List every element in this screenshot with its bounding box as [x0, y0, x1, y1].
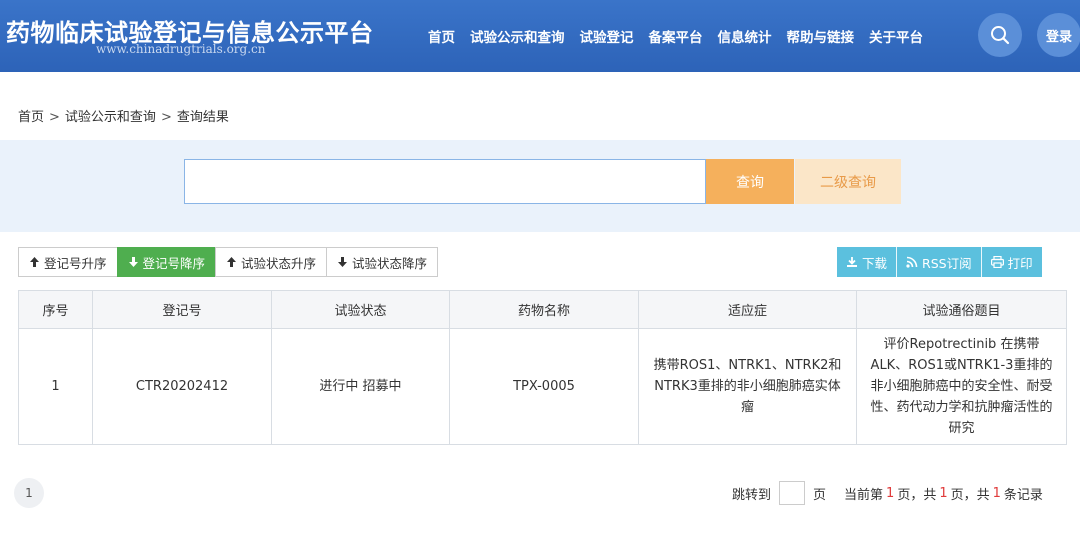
column-header-index: 序号 — [18, 290, 93, 329]
column-header-trial-title: 试验通俗题目 — [856, 290, 1067, 329]
cell-registration-no[interactable]: CTR20202412 — [92, 328, 272, 445]
sort-button-group: 登记号升序 登记号降序 试验状态升序 试验状态降序 — [18, 247, 439, 277]
rss-label: RSS订阅 — [922, 255, 972, 271]
print-button[interactable]: 打印 — [981, 247, 1042, 277]
column-header-drug-name: 药物名称 — [449, 290, 639, 329]
breadcrumb-trial-search[interactable]: 试验公示和查询 — [65, 110, 156, 125]
cell-index: 1 — [18, 328, 93, 445]
print-label: 打印 — [1007, 255, 1033, 271]
site-header: 药物临床试验登记与信息公示平台 www.chinadrugtrials.org.… — [0, 0, 1080, 72]
jump-page-input[interactable] — [779, 481, 806, 505]
breadcrumb: 首页 > 试验公示和查询 > 查询结果 — [18, 106, 229, 125]
download-icon — [847, 257, 857, 267]
total-pages-value: 1 — [939, 485, 948, 501]
total-records-suffix: 条记录 — [1003, 487, 1043, 503]
arrow-up-icon — [227, 257, 237, 267]
results-panel: 登记号升序 登记号降序 试验状态升序 试验状态降序 下载 RSS订阅 打印 序号… — [0, 232, 1080, 537]
arrow-up-icon — [30, 257, 39, 267]
login-button[interactable]: 登录 — [1037, 13, 1080, 57]
nav-item-trial-search[interactable]: 试验公示和查询 — [470, 26, 565, 46]
tool-button-group: 下载 RSS订阅 打印 — [837, 247, 1042, 277]
sort-label: 试验状态降序 — [352, 255, 428, 271]
sort-label: 试验状态升序 — [241, 255, 317, 271]
rss-button[interactable]: RSS订阅 — [897, 247, 982, 277]
table-row[interactable]: 1 CTR20202412 进行中 招募中 TPX-0005 携带ROS1、NT… — [18, 328, 1067, 445]
cell-drug-name: TPX-0005 — [449, 328, 639, 445]
total-pages-prefix: 页，共 — [897, 487, 937, 503]
column-header-trial-status: 试验状态 — [271, 290, 450, 329]
query-button[interactable]: 查询 — [706, 159, 794, 204]
sort-label: 登记号降序 — [142, 255, 206, 271]
search-icon — [991, 26, 1010, 45]
arrow-down-icon — [338, 257, 348, 267]
download-label: 下载 — [862, 255, 888, 271]
cell-indication: 携带ROS1、NTRK1、NTRK2和NTRK3重排的非小细胞肺癌实体瘤 — [638, 328, 857, 445]
sort-label: 登记号升序 — [44, 255, 107, 271]
current-page-value: 1 — [886, 485, 895, 501]
sort-status-desc-button[interactable]: 试验状态降序 — [326, 247, 439, 277]
jump-label: 跳转到 — [732, 487, 772, 503]
cell-trial-status: 进行中 招募中 — [271, 328, 450, 445]
table-header-row: 序号 登记号 试验状态 药物名称 适应症 试验通俗题目 — [18, 290, 1067, 329]
secondary-query-button[interactable]: 二级查询 — [795, 159, 901, 204]
column-header-indication: 适应症 — [638, 290, 857, 329]
search-input[interactable] — [184, 159, 706, 204]
results-table: 序号 登记号 试验状态 药物名称 适应症 试验通俗题目 1 CTR2020241… — [18, 290, 1067, 445]
arrow-down-icon — [128, 257, 138, 267]
breadcrumb-current: 查询结果 — [176, 110, 229, 125]
nav-item-home[interactable]: 首页 — [428, 26, 455, 46]
print-icon — [990, 256, 1004, 268]
page-unit-label: 页 — [813, 487, 827, 503]
breadcrumb-separator: > — [49, 110, 60, 125]
nav-item-about[interactable]: 关于平台 — [869, 26, 923, 46]
cell-trial-title[interactable]: 评价Repotrectinib 在携带ALK、ROS1或NTRK1-3重排的非小… — [856, 328, 1067, 445]
breadcrumb-separator: > — [160, 110, 172, 125]
breadcrumb-home[interactable]: 首页 — [18, 110, 44, 125]
site-url: www.chinadrugtrials.org.cn — [96, 42, 266, 56]
sort-status-asc-button[interactable]: 试验状态升序 — [215, 247, 328, 277]
search-section: 查询 二级查询 — [0, 140, 1080, 232]
nav-item-filing-platform[interactable]: 备案平台 — [649, 26, 703, 46]
page-number-button[interactable]: 1 — [14, 478, 44, 508]
rss-icon — [906, 256, 918, 268]
current-page-prefix: 当前第 — [844, 487, 884, 503]
column-header-registration-no: 登记号 — [92, 290, 272, 329]
total-records-prefix: 页，共 — [950, 487, 990, 503]
nav-item-statistics[interactable]: 信息统计 — [718, 26, 772, 46]
total-records-value: 1 — [992, 485, 1001, 501]
sort-regno-asc-button[interactable]: 登记号升序 — [18, 247, 118, 277]
sort-regno-desc-button[interactable]: 登记号降序 — [116, 247, 217, 277]
header-search-button[interactable] — [978, 13, 1022, 57]
breadcrumb-bar: 首页 > 试验公示和查询 > 查询结果 — [0, 72, 1080, 140]
download-button[interactable]: 下载 — [837, 247, 898, 277]
nav-item-help-links[interactable]: 帮助与链接 — [787, 26, 855, 46]
pagination-info: 跳转到 页 当前第 1 页，共 1 页，共 1 条记录 — [732, 481, 1043, 505]
nav-item-trial-registration[interactable]: 试验登记 — [580, 26, 634, 46]
main-nav: 首页 试验公示和查询 试验登记 备案平台 信息统计 帮助与链接 关于平台 — [428, 26, 938, 46]
